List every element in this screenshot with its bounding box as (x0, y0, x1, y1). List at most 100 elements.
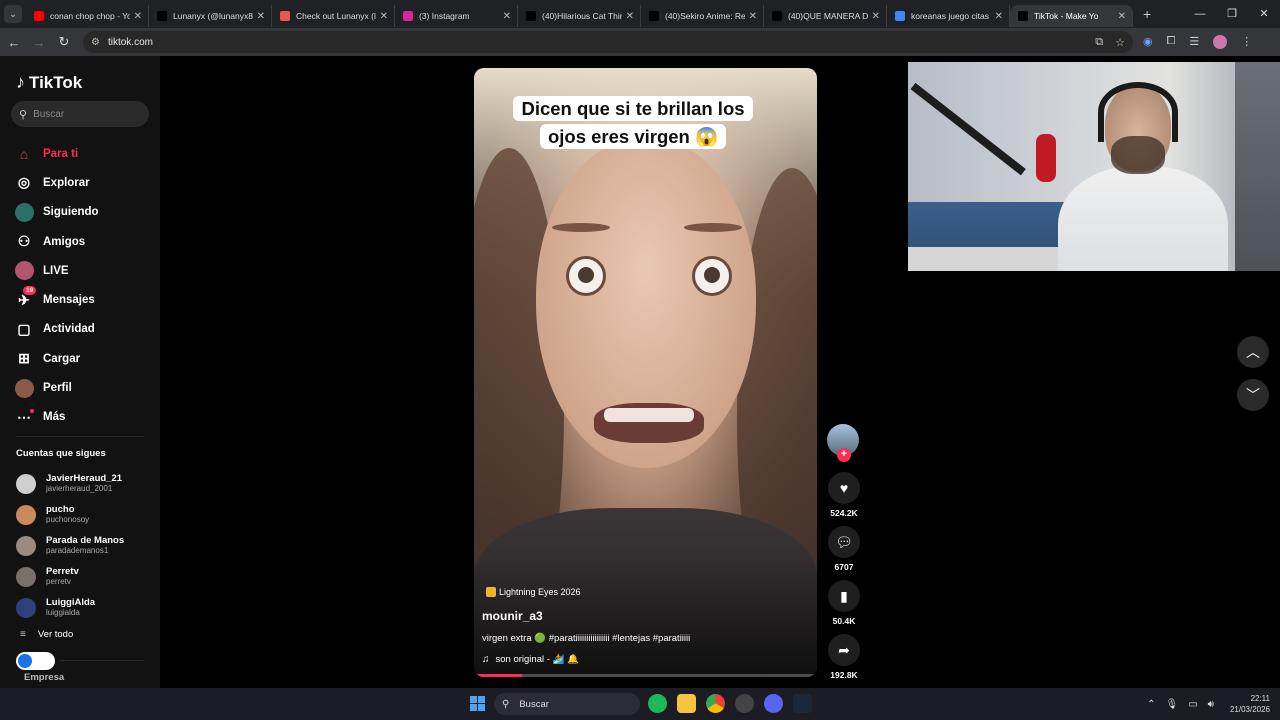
chrome-icon[interactable] (706, 694, 725, 713)
following-account[interactable]: Parada de Manos paradademanos1 (16, 530, 124, 561)
nav-item[interactable]: ⌂ Para ti (14, 139, 99, 168)
nav-item[interactable]: ⋯ Más (14, 403, 99, 432)
spotify-icon[interactable] (648, 694, 667, 713)
share-count: 192.8K (830, 670, 858, 680)
close-tab-icon[interactable]: ✕ (503, 11, 511, 22)
steam-icon[interactable] (793, 694, 812, 713)
browser-tab[interactable]: Lunanyx (@lunanyx8 ✕ (149, 5, 272, 27)
tab-title: koreanas juego citas (911, 11, 989, 21)
following-account[interactable]: JavierHeraud_21 javierheraud_2001 (16, 468, 124, 499)
forward-button[interactable]: → (28, 35, 50, 50)
reading-list-icon[interactable]: ☰ (1189, 35, 1199, 49)
next-video-button[interactable]: ﹀ (1237, 379, 1269, 411)
taskbar-search[interactable]: ⚲ Buscar (494, 693, 640, 715)
discord-icon[interactable] (764, 694, 783, 713)
effect-tag[interactable]: Lightning Eyes 2026 (486, 587, 581, 597)
search-input[interactable]: ⚲ Buscar (11, 101, 149, 127)
nav-item[interactable]: Siguiendo (14, 198, 99, 227)
nav-avatar (14, 261, 34, 281)
nav-item[interactable]: LIVE (14, 256, 99, 285)
see-all-link[interactable]: ≡ Ver todo (20, 629, 73, 640)
nav-item[interactable]: ⊞ Cargar (14, 344, 99, 373)
browser-tab[interactable]: koreanas juego citas ✕ (887, 5, 1010, 27)
video-player[interactable]: Dicen que si te brillan los ojos eres vi… (474, 68, 817, 677)
share-icon[interactable]: ➦ (828, 634, 860, 666)
close-tab-icon[interactable]: ✕ (626, 11, 634, 22)
browser-tab[interactable]: (40)Hilarious Cat Thin ✕ (518, 5, 641, 27)
close-tab-icon[interactable]: ✕ (995, 11, 1003, 22)
video-progress-bar[interactable] (474, 674, 817, 677)
reload-button[interactable]: ↻ (53, 34, 75, 50)
business-toggle[interactable] (16, 652, 55, 670)
browser-tab[interactable]: conan chop chop - Yo ✕ (26, 5, 149, 27)
maximize-button[interactable]: ❐ (1216, 0, 1248, 28)
video-author[interactable]: mounir_a3 (482, 609, 543, 623)
file-explorer-icon[interactable] (677, 694, 696, 713)
minimize-button[interactable]: — (1184, 0, 1216, 28)
tab-search-button[interactable]: ⌄ (4, 5, 22, 23)
comment-icon[interactable]: 💬︎ (828, 526, 860, 558)
search-icon: ⚲ (502, 698, 510, 710)
address-bar[interactable]: ⚙ tiktok.com ⧉ ☆ (83, 31, 1133, 53)
extension-icon[interactable]: ◉ (1143, 35, 1153, 49)
nav-item[interactable]: Perfil (14, 373, 99, 402)
nav-label: Para ti (43, 147, 79, 160)
search-icon: ⚲ (19, 108, 28, 121)
chrome-menu-icon[interactable]: ⋮ (1241, 35, 1252, 49)
browser-tab[interactable]: Check out Lunanyx (l ✕ (272, 5, 395, 27)
nav-item[interactable]: ⚇ Amigos (14, 227, 99, 256)
nav-item[interactable]: ▢ Actividad (14, 315, 99, 344)
previous-video-button[interactable]: ︿ (1237, 336, 1269, 368)
heart-icon[interactable]: ♥ (828, 472, 860, 504)
display-icon[interactable]: ▭ (1188, 699, 1197, 710)
obs-icon[interactable] (735, 694, 754, 713)
microphone-icon[interactable]: 🎙︎ (1165, 699, 1178, 710)
nav-label: Siguiendo (43, 206, 99, 219)
browser-tab[interactable]: (40)Sekiro Anime: Re ✕ (641, 5, 764, 27)
bookmark-star-icon[interactable]: ☆ (1115, 36, 1125, 49)
taskbar-apps (648, 694, 812, 713)
following-account[interactable]: pucho puchonosoy (16, 499, 124, 530)
close-tab-icon[interactable]: ✕ (1118, 11, 1126, 22)
close-tab-icon[interactable]: ✕ (380, 11, 388, 22)
tiktok-logo[interactable]: ♪ TikTok (16, 72, 82, 93)
site-info-icon[interactable]: ⚙ (91, 37, 100, 48)
volume-icon[interactable]: 🔊︎ (1208, 699, 1214, 710)
nav-item[interactable]: ✈ 19 Mensajes (14, 285, 99, 314)
following-account[interactable]: Perretv perretv (16, 561, 124, 592)
tiktok-sidebar: ♪ TikTok ⚲ Buscar ⌂ Para ti ◎ Explorar Sigui… (0, 56, 160, 688)
close-tab-icon[interactable]: ✕ (872, 11, 880, 22)
creator-avatar[interactable]: + (827, 424, 859, 462)
close-tab-icon[interactable]: ✕ (749, 11, 757, 22)
following-account[interactable]: LuiggiAlda luiggialda (16, 592, 124, 623)
tiktok-icon (1018, 11, 1028, 21)
close-window-button[interactable]: ✕ (1248, 0, 1280, 28)
tiktok-icon (772, 11, 782, 21)
webcam-person (1058, 82, 1228, 271)
avatar (16, 473, 36, 494)
taskbar-clock[interactable]: 22:11 21/03/2026 (1230, 693, 1270, 715)
nav-item[interactable]: ◎ Explorar (14, 168, 99, 197)
profile-avatar-icon[interactable] (1213, 35, 1228, 49)
account-name: Perretv (46, 566, 79, 577)
video-eye-right (692, 256, 732, 296)
sound-link[interactable]: ♫ son original - 🏄 🔔 (482, 654, 579, 665)
close-tab-icon[interactable]: ✕ (134, 11, 142, 22)
extensions-puzzle-icon[interactable]: ⧠ (1167, 35, 1176, 49)
browser-tab[interactable]: TikTok - Make Yo ✕ (1010, 5, 1133, 27)
video-brow-left (552, 223, 610, 232)
browser-tab[interactable]: (3) Instagram ✕ (395, 5, 518, 27)
nav-avatar (14, 202, 34, 222)
tab-title: (40)QUE MANERA DE (788, 11, 868, 21)
new-tab-button[interactable]: + (1143, 6, 1151, 22)
music-note-icon: ♫ (482, 654, 490, 665)
close-tab-icon[interactable]: ✕ (257, 11, 265, 22)
windows-taskbar: ⚲ Buscar ⌃ 🎙︎ ▭ 🔊︎ 22:11 21/03/2026 (0, 688, 1280, 720)
tray-overflow-icon[interactable]: ⌃ (1147, 699, 1155, 710)
windows-start-icon[interactable] (470, 696, 485, 711)
browser-tab[interactable]: (40)QUE MANERA DE ✕ (764, 5, 887, 27)
install-app-icon[interactable]: ⧉ (1095, 36, 1103, 49)
bookmark-icon[interactable]: ▮ (828, 580, 860, 612)
back-button[interactable]: ← (3, 35, 25, 50)
follow-plus-icon[interactable]: + (837, 448, 851, 462)
